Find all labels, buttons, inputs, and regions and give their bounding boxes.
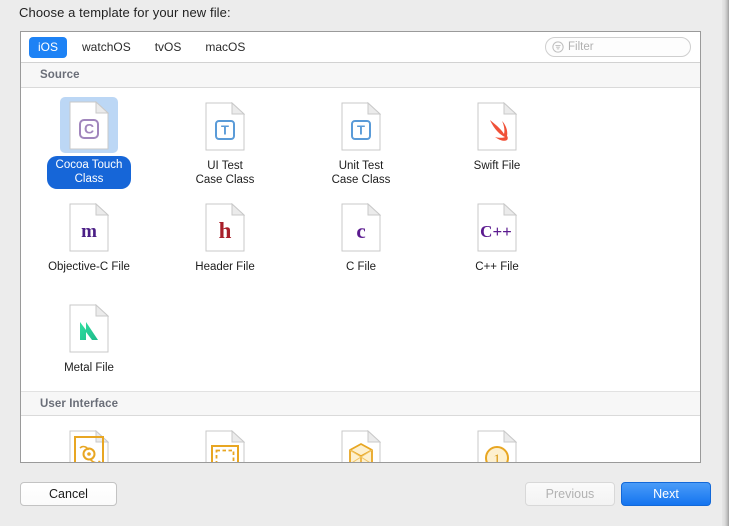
svg-text:T: T [221, 122, 229, 137]
filter-icon [552, 41, 564, 53]
launch-screen-icon: 1 [468, 425, 526, 464]
empty-icon [332, 425, 390, 462]
svg-text:1: 1 [493, 452, 501, 464]
template-label: UI Test Case Class [195, 160, 255, 186]
tab-tvos[interactable]: tvOS [146, 37, 191, 58]
svg-text:C++: C++ [480, 222, 512, 241]
template-tile-ui-test-case-class[interactable]: T UI Test Case Class [157, 88, 293, 189]
template-tile-cpp-file[interactable]: C++ C++ File [429, 189, 565, 290]
objective-c-file-icon: m [60, 198, 118, 256]
template-tile-c-file[interactable]: c C File [293, 189, 429, 290]
template-tile-metal-file[interactable]: Metal File [21, 290, 157, 391]
template-label: Objective-C File [48, 261, 130, 273]
source-template-grid: C Cocoa TouchClass T UI TestCase Class [21, 88, 700, 391]
template-tile-view[interactable]: View [157, 416, 293, 462]
template-tile-header-file[interactable]: h Header File [157, 189, 293, 290]
template-label: Swift File [473, 160, 521, 172]
tab-watchos[interactable]: watchOS [73, 37, 140, 58]
template-label: Cocoa Touch Class [46, 156, 132, 189]
template-label: C File [345, 261, 377, 273]
template-label: Header File [195, 261, 255, 273]
template-tile-empty[interactable]: Empty [293, 416, 429, 462]
header-file-icon: h [196, 198, 254, 256]
window-right-edge [722, 0, 729, 526]
storyboard-icon [60, 425, 118, 462]
template-label: Metal File [64, 362, 114, 374]
cancel-button[interactable]: Cancel [20, 482, 117, 506]
view-icon [196, 425, 254, 462]
swift-file-icon [468, 97, 526, 155]
template-tile-swift-file[interactable]: Swift File [429, 88, 565, 189]
filter-placeholder: Filter [568, 41, 594, 53]
svg-text:m: m [81, 221, 97, 242]
dialog-button-bar: Cancel Previous Next [0, 472, 722, 526]
template-chooser-panel: iOS watchOS tvOS macOS Filter Source C C… [20, 31, 701, 463]
platform-tab-bar: iOS watchOS tvOS macOS Filter [21, 32, 700, 63]
tab-ios[interactable]: iOS [29, 36, 68, 58]
cocoa-touch-class-icon: C [60, 97, 118, 153]
user-interface-template-grid: Storyboard View [21, 416, 700, 464]
svg-text:c: c [356, 219, 365, 243]
ui-test-case-class-icon: T [196, 97, 254, 155]
cpp-file-icon: C++ [468, 198, 526, 256]
section-header-source: Source [21, 63, 700, 88]
unit-test-case-class-icon: T [332, 97, 390, 155]
template-tile-unit-test-case-class[interactable]: T Unit Test Case Class [293, 88, 429, 189]
next-button[interactable]: Next [621, 482, 711, 506]
filter-input[interactable]: Filter [545, 37, 691, 57]
tab-macos[interactable]: macOS [196, 37, 254, 58]
template-tile-launch-screen[interactable]: 1 Launch Screen [429, 416, 565, 464]
template-label: Unit Test Case Class [331, 160, 391, 186]
c-file-icon: c [332, 198, 390, 256]
previous-button[interactable]: Previous [525, 482, 615, 506]
template-tile-objective-c-file[interactable]: m Objective-C File [21, 189, 157, 290]
page-title: Choose a template for your new file: [19, 5, 231, 20]
svg-text:h: h [219, 218, 232, 243]
template-tile-cocoa-touch-class[interactable]: C Cocoa Touch Class [21, 88, 157, 189]
svg-text:C: C [84, 120, 94, 136]
section-header-user-interface: User Interface [21, 391, 700, 416]
template-tile-storyboard[interactable]: Storyboard [21, 416, 157, 462]
svg-text:T: T [357, 122, 365, 137]
metal-file-icon [60, 299, 118, 357]
template-label: C++ File [475, 261, 519, 273]
